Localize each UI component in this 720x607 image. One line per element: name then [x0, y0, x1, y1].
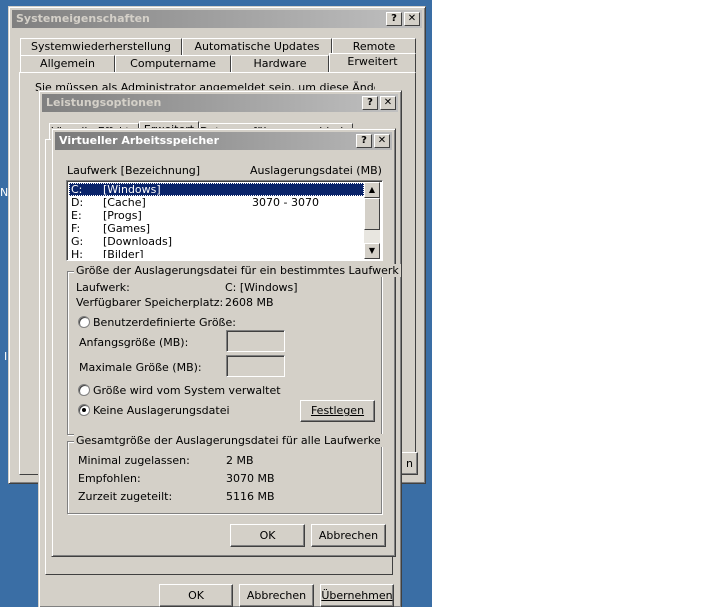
- custom-size-radio[interactable]: [78, 316, 90, 328]
- set-button-label: Festlegen: [310, 404, 365, 417]
- drive-letter: C:: [71, 183, 83, 196]
- drive-list-item[interactable]: E: [Progs]: [69, 209, 364, 222]
- drive-list-item[interactable]: D: [Cache] 3070 - 3070: [69, 196, 364, 209]
- drive-label-caption: Laufwerk:: [76, 281, 130, 294]
- cancel-button[interactable]: Abbrechen: [239, 584, 314, 607]
- cancel-button[interactable]: Abbrechen: [311, 524, 386, 547]
- system-properties-titlebar[interactable]: Systemeigenschaften ? ✕: [12, 10, 422, 28]
- recommended-value: 3070 MB: [226, 472, 275, 485]
- tab-systemwiederherstellung[interactable]: Systemwiederherstellung: [20, 38, 182, 55]
- help-button[interactable]: ?: [362, 96, 378, 110]
- window-title: Leistungsoptionen: [46, 96, 162, 109]
- initial-size-input[interactable]: [226, 330, 285, 352]
- currently-allocated-label: Zurzeit zugeteilt:: [78, 490, 173, 503]
- ok-button[interactable]: OK: [230, 524, 305, 547]
- system-managed-radio[interactable]: [78, 384, 90, 396]
- apply-button[interactable]: Übernehmen: [320, 584, 394, 607]
- tab-computername[interactable]: Computername: [115, 55, 231, 72]
- custom-size-label[interactable]: Benutzerdefinierte Größe:: [93, 316, 236, 329]
- scroll-up-arrow-icon[interactable]: ▲: [364, 182, 380, 198]
- currently-allocated-value: 5116 MB: [226, 490, 275, 503]
- virtual-memory-titlebar[interactable]: Virtueller Arbeitsspeicher ? ✕: [55, 132, 392, 150]
- drive-letter: H:: [71, 248, 83, 258]
- tab-erweitert[interactable]: Erweitert: [329, 53, 416, 73]
- max-size-label: Maximale Größe (MB):: [79, 361, 202, 374]
- drive-pagefile-size: 3070 - 3070: [252, 196, 319, 209]
- drive-label: [Cache]: [103, 196, 146, 209]
- scroll-thumb[interactable]: [364, 198, 380, 230]
- drive-list-item[interactable]: F: [Games]: [69, 222, 364, 235]
- window-title: Systemeigenschaften: [16, 12, 150, 25]
- desktop-icon-label-fragment[interactable]: I: [4, 350, 7, 363]
- recommended-label: Empfohlen:: [78, 472, 141, 485]
- column-header-pagefile: Auslagerungsdatei (MB): [250, 164, 382, 177]
- close-button[interactable]: ✕: [374, 134, 390, 148]
- drive-letter: D:: [71, 196, 84, 209]
- performance-options-titlebar[interactable]: Leistungsoptionen ? ✕: [42, 94, 398, 112]
- no-pagefile-radio[interactable]: [78, 404, 90, 416]
- initial-size-label: Anfangsgröße (MB):: [79, 336, 189, 349]
- tab-allgemein[interactable]: Allgemein: [20, 55, 115, 72]
- drive-list-item[interactable]: G: [Downloads]: [69, 235, 364, 248]
- free-space-value: 2608 MB: [225, 296, 274, 309]
- no-pagefile-label[interactable]: Keine Auslagerungsdatei: [93, 404, 230, 417]
- drive-value: C: [Windows]: [225, 281, 298, 294]
- drive-label: [Games]: [103, 222, 151, 235]
- radio-selected-dot: [82, 408, 86, 412]
- min-allowed-label: Minimal zugelassen:: [78, 454, 190, 467]
- drive-label: [Windows]: [103, 183, 161, 196]
- drive-letter: E:: [71, 209, 82, 222]
- min-allowed-value: 2 MB: [226, 454, 254, 467]
- apply-button-label: Übernehmen: [321, 589, 393, 602]
- group-legend: Gesamtgröße der Auslagerungsdatei für al…: [74, 434, 383, 447]
- scroll-down-arrow-icon[interactable]: ▼: [364, 243, 380, 259]
- set-button[interactable]: Festlegen: [300, 400, 375, 422]
- drive-letter: G:: [71, 235, 84, 248]
- help-button[interactable]: ?: [356, 134, 372, 148]
- column-header-drive: Laufwerk [Bezeichnung]: [67, 164, 201, 177]
- max-size-input[interactable]: [226, 355, 285, 377]
- close-button[interactable]: ✕: [404, 12, 420, 26]
- drive-list[interactable]: C: [Windows] D: [Cache] 3070 - 3070 E: […: [66, 180, 383, 261]
- free-space-caption: Verfügbarer Speicherplatz:: [76, 296, 224, 309]
- group-legend: Größe der Auslagerungsdatei für ein best…: [74, 264, 401, 277]
- tab-hardware[interactable]: Hardware: [231, 55, 329, 72]
- dialog-title: Virtueller Arbeitsspeicher: [59, 134, 220, 147]
- drive-label: [Progs]: [103, 209, 142, 222]
- drive-letter: F:: [71, 222, 81, 235]
- close-button[interactable]: ✕: [380, 96, 396, 110]
- drive-list-content: C: [Windows] D: [Cache] 3070 - 3070 E: […: [69, 183, 364, 258]
- drive-list-item[interactable]: C: [Windows]: [69, 183, 364, 196]
- virtual-memory-dialog: Virtueller Arbeitsspeicher ? ✕ Laufwerk …: [51, 128, 401, 557]
- drive-list-item[interactable]: H: [Bilder]: [69, 248, 364, 258]
- system-managed-label[interactable]: Größe wird vom System verwaltet: [93, 384, 281, 397]
- ok-button[interactable]: OK: [159, 584, 233, 607]
- tab-automatische-updates[interactable]: Automatische Updates: [182, 38, 332, 55]
- help-button[interactable]: ?: [386, 12, 402, 26]
- drive-label: [Bilder]: [103, 248, 144, 258]
- drive-label: [Downloads]: [103, 235, 172, 248]
- list-scrollbar[interactable]: ▲ ▼: [364, 182, 380, 259]
